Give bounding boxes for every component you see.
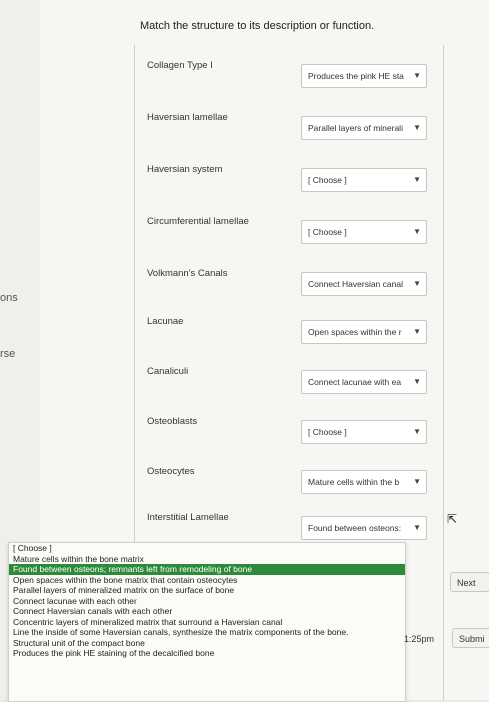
mouse-cursor-icon: ⇱ bbox=[447, 512, 458, 526]
dropdown-option[interactable]: Line the inside of some Haversian canals… bbox=[9, 627, 405, 638]
answer-value: Mature cells within the b bbox=[308, 477, 400, 487]
match-row: Volkmann's Canals Connect Haversian cana… bbox=[135, 258, 441, 310]
clock-time: 1:25pm bbox=[404, 634, 435, 644]
match-row: Canaliculi Connect lacunae with ea ▼ bbox=[135, 356, 441, 408]
submit-button[interactable]: Submi bbox=[452, 628, 489, 648]
nav-fragment-2[interactable]: rse bbox=[0, 348, 15, 360]
dropdown-option[interactable]: [ Choose ] bbox=[9, 543, 405, 554]
chevron-down-icon: ▼ bbox=[413, 279, 421, 288]
dropdown-option[interactable]: Mature cells within the bone matrix bbox=[9, 554, 405, 565]
answer-value: Connect Haversian canal bbox=[308, 279, 403, 289]
chevron-down-icon: ▼ bbox=[413, 327, 421, 336]
dropdown-option[interactable]: Produces the pink HE staining of the dec… bbox=[9, 648, 405, 659]
dropdown-option[interactable]: Structural unit of the compact bone bbox=[9, 638, 405, 649]
match-row: Haversian lamellae Parallel layers of mi… bbox=[135, 102, 441, 154]
answer-value: Parallel layers of minerali bbox=[308, 123, 403, 133]
dropdown-option[interactable]: Open spaces within the bone matrix that … bbox=[9, 575, 405, 586]
structure-term: Osteoblasts bbox=[147, 416, 198, 427]
answer-dropdown-list[interactable]: [ Choose ] Mature cells within the bone … bbox=[8, 542, 406, 702]
match-row: Osteocytes Mature cells within the b ▼ bbox=[135, 456, 441, 508]
answer-value: [ Choose ] bbox=[308, 175, 347, 185]
match-row: Osteoblasts [ Choose ] ▼ bbox=[135, 406, 441, 458]
dropdown-option[interactable]: Connect lacunae with each other bbox=[9, 596, 405, 607]
answer-select[interactable]: Mature cells within the b ▼ bbox=[301, 470, 427, 494]
dropdown-option[interactable]: Parallel layers of mineralized matrix on… bbox=[9, 585, 405, 596]
match-row: Circumferential lamellae [ Choose ] ▼ bbox=[135, 206, 441, 258]
answer-select[interactable]: [ Choose ] ▼ bbox=[301, 420, 427, 444]
answer-select[interactable]: Found between osteons: ▼ bbox=[301, 516, 427, 540]
chevron-down-icon: ▼ bbox=[413, 377, 421, 386]
answer-value: [ Choose ] bbox=[308, 427, 347, 437]
match-row: Collagen Type I Produces the pink HE sta… bbox=[135, 50, 441, 102]
structure-term: Circumferential lamellae bbox=[147, 216, 249, 227]
answer-value: [ Choose ] bbox=[308, 227, 347, 237]
dropdown-option[interactable]: Concentric layers of mineralized matrix … bbox=[9, 617, 405, 628]
structure-term: Interstitial Lamellae bbox=[147, 512, 229, 523]
structure-term: Lacunae bbox=[147, 316, 184, 327]
structure-term: Osteocytes bbox=[147, 466, 195, 477]
structure-term: Volkmann's Canals bbox=[147, 268, 228, 279]
answer-select[interactable]: Connect lacunae with ea ▼ bbox=[301, 370, 427, 394]
dropdown-option[interactable]: Connect Haversian canals with each other bbox=[9, 606, 405, 617]
answer-value: Open spaces within the r bbox=[308, 327, 402, 337]
answer-select[interactable]: Open spaces within the r ▼ bbox=[301, 320, 427, 344]
structure-term: Haversian system bbox=[147, 164, 223, 175]
answer-value: Found between osteons: bbox=[308, 523, 402, 533]
answer-value: Produces the pink HE sta bbox=[308, 71, 404, 81]
match-row: Haversian system [ Choose ] ▼ bbox=[135, 154, 441, 206]
chevron-down-icon: ▼ bbox=[413, 477, 421, 486]
structure-term: Canaliculi bbox=[147, 366, 189, 377]
answer-select[interactable]: [ Choose ] ▼ bbox=[301, 220, 427, 244]
answer-select[interactable]: Parallel layers of minerali ▼ bbox=[301, 116, 427, 140]
answer-select[interactable]: [ Choose ] ▼ bbox=[301, 168, 427, 192]
dropdown-option-highlighted[interactable]: Found between osteons; remnants left fro… bbox=[9, 564, 405, 575]
next-button[interactable]: Next bbox=[450, 572, 489, 592]
chevron-down-icon: ▼ bbox=[413, 71, 421, 80]
answer-select[interactable]: Connect Haversian canal ▼ bbox=[301, 272, 427, 296]
match-row: Lacunae Open spaces within the r ▼ bbox=[135, 306, 441, 358]
chevron-down-icon: ▼ bbox=[413, 227, 421, 236]
chevron-down-icon: ▼ bbox=[413, 523, 421, 532]
structure-term: Collagen Type I bbox=[147, 60, 213, 71]
question-prompt: Match the structure to its description o… bbox=[140, 20, 375, 32]
structure-term: Haversian lamellae bbox=[147, 112, 228, 123]
chevron-down-icon: ▼ bbox=[413, 123, 421, 132]
answer-value: Connect lacunae with ea bbox=[308, 377, 402, 387]
chevron-down-icon: ▼ bbox=[413, 175, 421, 184]
nav-fragment-1[interactable]: ons bbox=[0, 292, 18, 304]
chevron-down-icon: ▼ bbox=[413, 427, 421, 436]
answer-select[interactable]: Produces the pink HE sta ▼ bbox=[301, 64, 427, 88]
